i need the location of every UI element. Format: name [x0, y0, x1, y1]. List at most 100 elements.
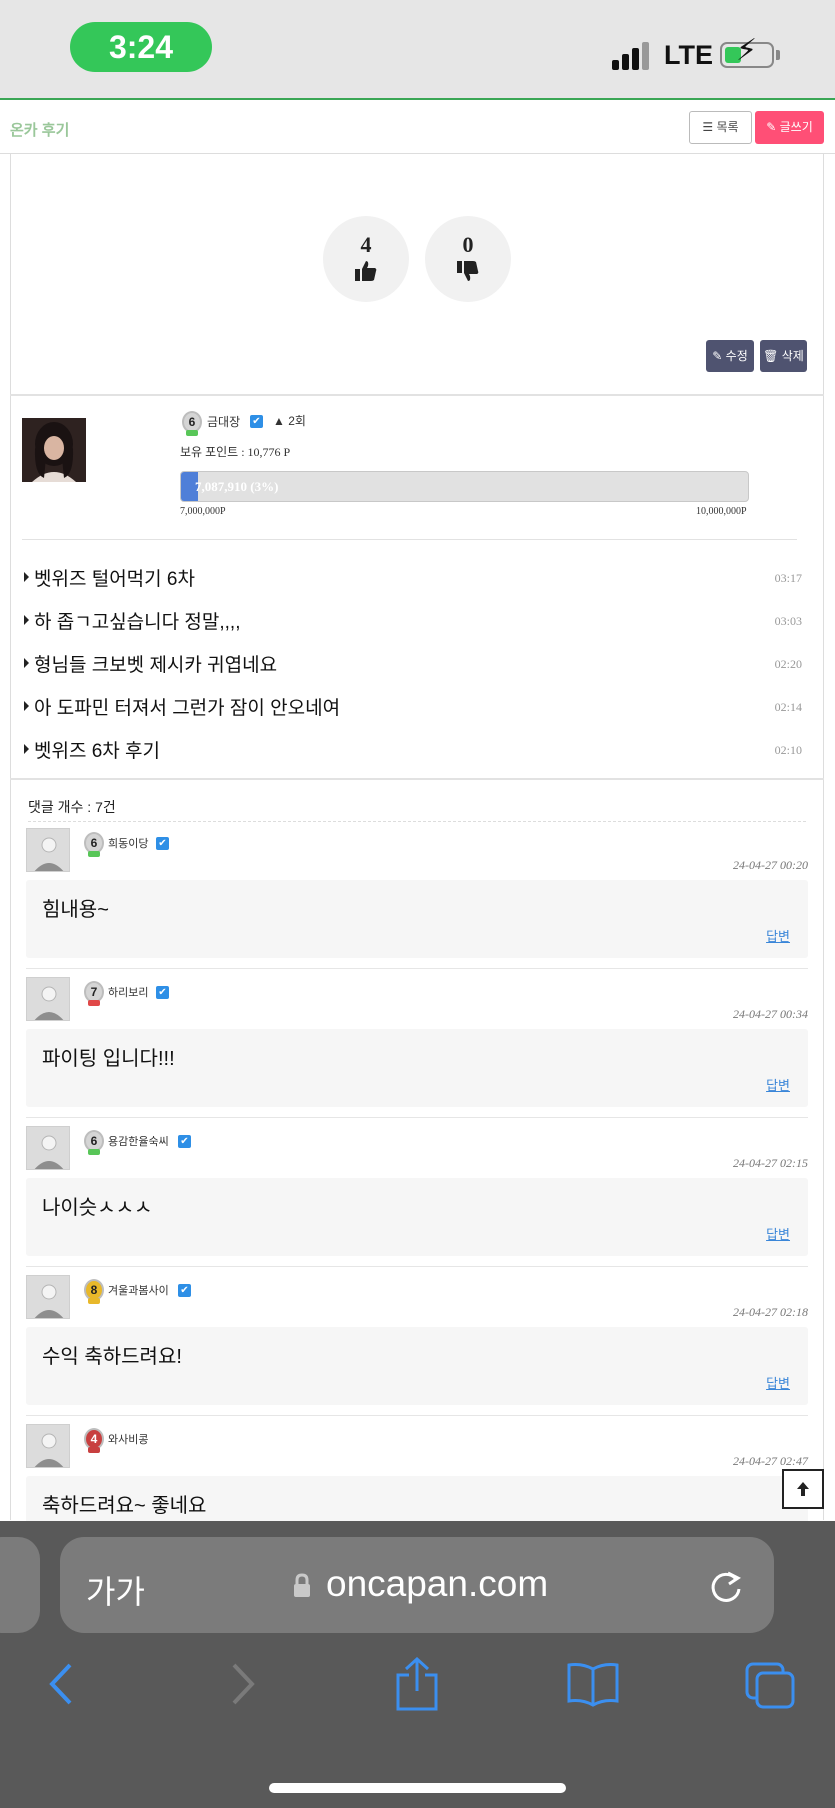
downvote-button[interactable]: 0: [425, 216, 511, 302]
recent-post-title: 벳위즈 6차 후기: [34, 741, 161, 762]
recent-post-item[interactable]: 아 도파민 터져서 그런가 잠이 안오네여 02:14: [22, 690, 802, 720]
bookmarks-icon[interactable]: [566, 1661, 620, 1707]
recent-post-item[interactable]: 형님들 크보벳 제시카 귀엽네요 02:20: [22, 647, 802, 677]
level-ribbon: [88, 1298, 100, 1304]
level-ribbon: [88, 1447, 100, 1453]
recent-post-title: 형님들 크보벳 제시카 귀엽네요: [34, 655, 278, 676]
reply-link[interactable]: 답변: [766, 1373, 790, 1392]
downvote-count: 0: [462, 232, 474, 257]
reply-link[interactable]: 답변: [766, 1224, 790, 1243]
trash-icon: 🗑: [763, 349, 779, 363]
comment-item: 6 용감한율숙씨 ✔ 24-04-27 02:15 나이슷ㅅㅅㅅ 답변: [26, 1126, 808, 1267]
default-avatar-icon: [34, 1135, 64, 1169]
charging-bolt-icon: ⚡: [736, 34, 758, 67]
recent-post-time: 02:10: [774, 743, 802, 757]
author-nickname[interactable]: 금대장: [207, 413, 240, 430]
delete-button-label: 삭제: [781, 349, 804, 363]
recent-post-time: 03:03: [774, 614, 802, 628]
caret-right-icon: [24, 744, 29, 754]
recent-post-item[interactable]: 벳위즈 털어먹기 6차 03:17: [22, 561, 802, 591]
reload-icon[interactable]: [708, 1565, 744, 1605]
recent-post-item[interactable]: 벳위즈 6차 후기 02:10: [22, 733, 802, 763]
comment-text: 수익 축하드려요!: [42, 1346, 182, 1368]
delete-button[interactable]: 🗑 삭제: [760, 340, 807, 372]
author-points: 보유 포인트 : 10,776 P: [180, 445, 291, 459]
comment-level-badge: 8: [84, 1279, 104, 1304]
pencil-icon: ✎: [766, 120, 777, 134]
status-time[interactable]: 3:24: [70, 22, 212, 72]
comment-divider: [26, 968, 808, 969]
url-text[interactable]: oncapan.com: [326, 1563, 548, 1605]
list-icon: ☰: [702, 120, 714, 134]
comment-avatar[interactable]: [26, 1424, 70, 1468]
comment-avatar[interactable]: [26, 977, 70, 1021]
comment-level-badge: 4: [84, 1428, 104, 1453]
comment-item: 4 와사비콩 24-04-27 02:47 축하드려요~ 좋네요: [26, 1424, 808, 1554]
caret-right-icon: [24, 615, 29, 625]
comment-date: 24-04-27 00:34: [733, 1007, 808, 1021]
warning-count: ▲ 2회: [273, 414, 306, 428]
write-button[interactable]: ✎ 글쓰기: [755, 111, 824, 144]
recent-post-item[interactable]: 하 좁ㄱ고싶습니다 정말,,,, 03:03: [22, 604, 802, 634]
forward-icon[interactable]: [228, 1661, 258, 1707]
recent-post-time: 03:17: [774, 571, 802, 585]
verified-check-icon: ✔: [156, 986, 169, 999]
comment-item: 8 겨울과봄사이 ✔ 24-04-27 02:18 수익 축하드려요! 답변: [26, 1275, 808, 1416]
author-photo: [22, 418, 86, 482]
status-bar: 3:24 LTE ⚡: [0, 0, 835, 100]
caret-right-icon: [24, 572, 29, 582]
list-button-label: 목록: [716, 120, 739, 134]
comment-date: 24-04-27 02:15: [733, 1156, 808, 1170]
caret-right-icon: [24, 701, 29, 711]
share-icon[interactable]: [394, 1657, 440, 1711]
upvote-button[interactable]: 4: [323, 216, 409, 302]
comments-divider: [10, 778, 824, 780]
address-bar[interactable]: 가가 oncapan.com: [60, 1537, 774, 1633]
comment-item: 6 희동이당 ✔ 24-04-27 00:20 힘내용~ 답변: [26, 828, 808, 969]
list-button[interactable]: ☰ 목록: [689, 111, 752, 144]
comment-author[interactable]: 희동이당: [108, 835, 148, 851]
level-ribbon: [88, 1149, 100, 1155]
level-ribbon: [88, 851, 100, 857]
reply-link[interactable]: 답변: [766, 1075, 790, 1094]
text-size-button[interactable]: 가가: [86, 1567, 145, 1613]
comment-level-badge: 7: [84, 981, 104, 1006]
comment-divider: [26, 1266, 808, 1267]
comment-avatar[interactable]: [26, 828, 70, 872]
recent-post-title: 아 도파민 터져서 그런가 잠이 안오네여: [34, 698, 341, 719]
warning-icon: ▲: [273, 414, 285, 428]
comment-count: 댓글 개수 : 7건: [28, 799, 116, 815]
previous-tab-peek[interactable]: [0, 1537, 40, 1633]
dashed-divider: [28, 821, 806, 822]
verified-check-icon: ✔: [250, 415, 263, 428]
comment-text: 축하드려요~ 좋네요: [42, 1495, 207, 1517]
comment-avatar[interactable]: [26, 1126, 70, 1170]
comment-divider: [26, 1117, 808, 1118]
comment-body: 파이팅 입니다!!! 답변: [26, 1029, 808, 1107]
comment-author[interactable]: 와사비콩: [108, 1431, 148, 1447]
profile-divider: [22, 539, 797, 540]
author-avatar[interactable]: [22, 418, 86, 482]
comment-avatar[interactable]: [26, 1275, 70, 1319]
section-divider: [10, 394, 824, 396]
recent-post-title: 하 좁ㄱ고싶습니다 정말,,,,: [34, 612, 241, 633]
write-button-label: 글쓰기: [779, 120, 813, 134]
verified-check-icon: ✔: [178, 1135, 191, 1148]
comment-author[interactable]: 겨울과봄사이: [108, 1282, 169, 1298]
cellular-signal-icon: [612, 40, 652, 70]
reply-link[interactable]: 답변: [766, 926, 790, 945]
comment-level-badge: 6: [84, 832, 104, 857]
back-icon[interactable]: [46, 1661, 76, 1707]
lock-icon: [294, 1573, 310, 1597]
scroll-top-button[interactable]: [782, 1469, 824, 1509]
home-indicator[interactable]: [269, 1783, 566, 1793]
tabs-icon[interactable]: [744, 1661, 796, 1709]
comment-date: 24-04-27 02:18: [733, 1305, 808, 1319]
comment-author[interactable]: 하리보리: [108, 984, 148, 1000]
level-progress-bar: 7,087,910 (3%): [180, 471, 749, 502]
board-title[interactable]: 온카 후기: [10, 119, 69, 140]
comment-author[interactable]: 용감한율숙씨: [108, 1133, 169, 1149]
board-header: 온카 후기 ☰ 목록 ✎ 글쓰기: [0, 102, 835, 154]
edit-button[interactable]: ✎ 수정: [706, 340, 754, 372]
progress-max-label: 10,000,000P: [696, 506, 747, 517]
